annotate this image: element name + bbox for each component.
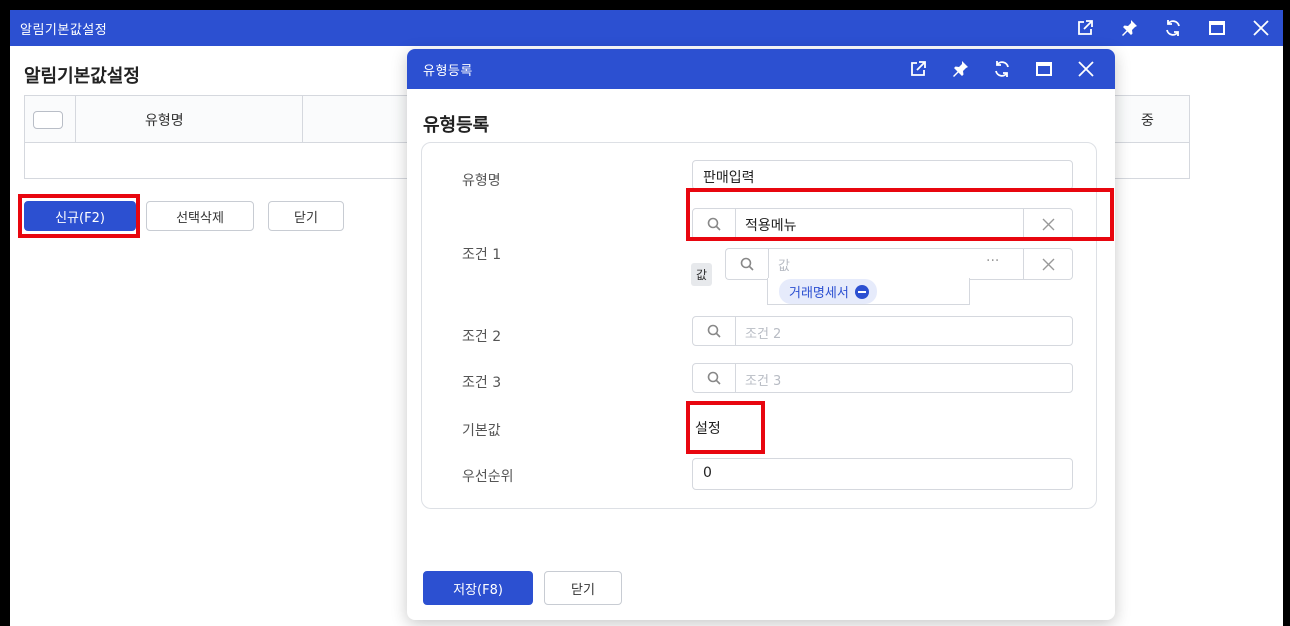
pin-icon[interactable] [939, 49, 981, 89]
form-panel: 유형명 판매입력 적용메뉴 조건 1 값 값 ··· 거래명세서 조건 2 조건… [421, 142, 1097, 509]
condition3-label: 조건 3 [462, 375, 502, 391]
close-button[interactable]: 닫기 [268, 201, 344, 231]
page-title: 알림기본값설정 [24, 66, 140, 87]
default-value-text[interactable]: 설정 [695, 418, 721, 438]
column-tail[interactable]: 중 [1141, 110, 1154, 130]
clear-icon[interactable] [1023, 209, 1072, 239]
modal-heading: 유형등록 [423, 115, 490, 136]
maximize-icon[interactable] [1023, 49, 1065, 89]
type-name-label: 유형명 [462, 173, 501, 189]
condition1-label: 조건 1 [462, 247, 502, 263]
search-icon[interactable] [693, 364, 736, 392]
search-icon[interactable] [726, 249, 769, 279]
priority-input[interactable]: 0 [692, 458, 1073, 490]
popout-icon[interactable] [1063, 10, 1107, 46]
type-register-modal: 유형등록 유형등록 유형명 판매입력 적용메뉴 조건 1 값 값 ··· 거래명… [407, 49, 1115, 620]
default-value-label: 기본값 [462, 423, 501, 439]
apply-menu-search[interactable]: 적용메뉴 [692, 208, 1073, 240]
search-icon[interactable] [693, 317, 736, 345]
window-titlebar: 알림기본값설정 [10, 10, 1283, 46]
maximize-icon[interactable] [1195, 10, 1239, 46]
popout-icon[interactable] [897, 49, 939, 89]
delete-selected-button[interactable]: 선택삭제 [146, 201, 254, 231]
condition1-actions: ··· [970, 248, 1073, 280]
new-button[interactable]: 신규(F2) [24, 201, 136, 231]
remove-chip-icon[interactable] [854, 284, 869, 299]
refresh-icon[interactable] [981, 49, 1023, 89]
type-name-input[interactable]: 판매입력 [692, 160, 1073, 190]
more-icon[interactable]: ··· [986, 253, 999, 269]
condition1-chip[interactable]: 거래명세서 [779, 279, 877, 304]
column-type-name[interactable]: 유형명 [145, 110, 184, 130]
condition3-search[interactable]: 조건 3 [692, 363, 1073, 393]
close-icon[interactable] [1065, 49, 1107, 89]
modal-titlebar: 유형등록 [407, 49, 1115, 89]
search-icon[interactable] [693, 209, 736, 239]
condition1-value-tag: 값 [691, 263, 713, 286]
pin-icon[interactable] [1107, 10, 1151, 46]
save-button[interactable]: 저장(F8) [423, 571, 533, 605]
modal-close-button[interactable]: 닫기 [544, 571, 622, 605]
condition2-search[interactable]: 조건 2 [692, 316, 1073, 346]
close-icon[interactable] [1239, 10, 1283, 46]
condition1-search[interactable]: 값 [725, 248, 970, 280]
select-all-checkbox[interactable] [33, 111, 63, 129]
refresh-icon[interactable] [1151, 10, 1195, 46]
clear-icon[interactable] [1023, 249, 1072, 279]
priority-label: 우선순위 [462, 469, 514, 485]
modal-title: 유형등록 [423, 64, 473, 79]
window-title: 알림기본값설정 [20, 23, 108, 38]
condition2-label: 조건 2 [462, 329, 502, 345]
